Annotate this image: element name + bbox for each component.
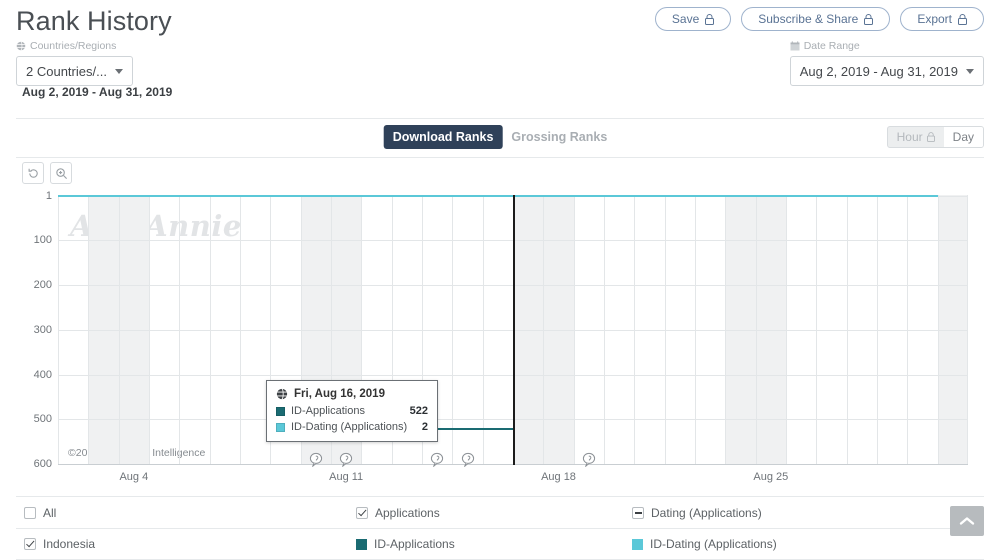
y-axis-tick-label: 200	[33, 279, 52, 292]
x-axis-tick-label: Aug 25	[753, 471, 789, 483]
annotation-marker-icon[interactable]	[430, 452, 444, 473]
countries-filter-label: Countries/Regions	[16, 40, 133, 52]
date-range-value: Aug 2, 2019 - Aug 31, 2019	[799, 63, 958, 79]
annotation-marker-icon[interactable]	[339, 452, 353, 473]
legend-label: All	[43, 505, 57, 520]
legend-series-id-dating-applications[interactable]: ID-Dating (Applications)	[632, 537, 984, 551]
page-header: Rank History Save Subscribe & Share Expo…	[0, 0, 1000, 118]
calendar-icon	[790, 41, 800, 51]
tooltip-series-name: ID-Applications	[291, 405, 365, 417]
tooltip-row: ID-Applications 522	[276, 405, 428, 417]
selected-range-caption: Aug 2, 2019 - Aug 31, 2019	[22, 85, 173, 99]
tooltip-row: ID-Dating (Applications) 2	[276, 421, 428, 433]
granularity-hour-label: Hour	[896, 130, 923, 144]
checkbox-dating-applications[interactable]	[632, 506, 644, 519]
lock-icon	[926, 132, 935, 142]
date-range-filter-label: Date Range	[790, 40, 984, 52]
legend-label: Applications	[375, 505, 440, 520]
rank-type-tabs: Download Ranks Grossing Ranks	[383, 125, 617, 149]
lock-icon	[864, 13, 874, 25]
rank-type-tabbar: Download Ranks Grossing Ranks Hour Day	[0, 119, 1000, 157]
legend-item-dating-applications[interactable]: Dating (Applications)	[632, 506, 984, 520]
legend-label: ID-Dating (Applications)	[650, 537, 777, 551]
chart-legend: All Applications Dating (Applications) I…	[16, 496, 984, 560]
x-axis-tick-label: Aug 18	[541, 471, 576, 483]
tooltip-series-value: 2	[421, 421, 428, 433]
granularity-toggle: Hour Day	[886, 126, 984, 148]
y-axis-tick-label: 1	[45, 190, 52, 202]
y-axis-labels: 1 100 200 300 400 500 600	[0, 190, 52, 470]
series-swatch	[356, 538, 367, 550]
lock-icon	[705, 13, 715, 25]
series-swatch	[632, 538, 643, 550]
reset-zoom-icon[interactable]	[22, 162, 44, 184]
series-swatch	[276, 422, 285, 432]
chart-crosshair	[513, 195, 515, 465]
countries-select-value: 2 Countries/...	[26, 63, 107, 79]
header-actions: Save Subscribe & Share Export	[654, 7, 984, 31]
chart-plot[interactable]: App Annie ©2019 App Annie Intelligence	[58, 195, 968, 467]
countries-filter-text: Countries/Regions	[30, 40, 117, 52]
x-axis-tick-label: Aug 4	[119, 471, 149, 483]
date-range-select[interactable]: Aug 2, 2019 - Aug 31, 2019	[789, 56, 984, 86]
legend-item-indonesia[interactable]: Indonesia	[16, 537, 356, 551]
save-label: Save	[671, 12, 700, 26]
legend-row: All Applications Dating (Applications)	[16, 496, 984, 528]
legend-item-applications[interactable]: Applications	[356, 506, 632, 520]
export-label: Export	[917, 12, 952, 26]
x-axis-tick-label: Aug 11	[329, 471, 364, 483]
tooltip-series-name: ID-Dating (Applications)	[291, 421, 408, 433]
save-button[interactable]: Save	[654, 7, 732, 31]
x-axis-labels: Aug 4 Aug 11 Aug 18 Aug 25	[58, 471, 968, 489]
lock-icon	[958, 13, 967, 25]
date-range-filter-text: Date Range	[803, 40, 860, 52]
countries-select[interactable]: 2 Countries/...	[16, 56, 133, 86]
y-axis-tick-label: 400	[33, 368, 52, 381]
granularity-day[interactable]: Day	[943, 127, 983, 147]
y-axis-tick-label: 100	[33, 234, 52, 247]
y-axis-tick-label: 500	[33, 413, 52, 426]
checkbox-applications[interactable]	[356, 506, 368, 519]
checkbox-all[interactable]	[24, 506, 36, 519]
chart-toolbar	[22, 162, 72, 184]
tab-grossing-ranks[interactable]: Grossing Ranks	[502, 125, 616, 149]
legend-label: Indonesia	[43, 537, 96, 551]
tooltip-series-value: 522	[409, 405, 428, 417]
legend-item-all[interactable]: All	[16, 506, 356, 520]
export-button[interactable]: Export	[900, 7, 984, 31]
tooltip-header: Fri, Aug 16, 2019	[276, 388, 428, 400]
legend-row: Indonesia ID-Applications ID-Dating (App…	[16, 528, 984, 560]
chart-area: 1 100 200 300 400 500 600 App Annie ©2019 App …	[0, 158, 1000, 483]
legend-label: Dating (Applications)	[651, 505, 762, 520]
globe-icon	[16, 41, 26, 51]
subscribe-share-label: Subscribe & Share	[758, 12, 859, 26]
zoom-in-icon[interactable]	[50, 162, 72, 184]
series-line-id-dating-applications	[58, 195, 938, 198]
tooltip-date: Fri, Aug 16, 2019	[294, 388, 385, 400]
checkbox-indonesia[interactable]	[24, 538, 36, 550]
chevron-down-icon	[114, 68, 123, 74]
legend-series-id-applications[interactable]: ID-Applications	[356, 537, 632, 551]
y-axis-tick-label: 600	[33, 458, 52, 470]
tab-download-ranks[interactable]: Download Ranks	[383, 125, 503, 149]
annotation-marker-icon[interactable]	[582, 452, 596, 473]
y-axis-tick-label: 300	[33, 323, 52, 336]
chart-tooltip: Fri, Aug 16, 2019 ID-Applications 522 ID…	[266, 380, 438, 442]
series-swatch	[276, 406, 285, 416]
chevron-up-icon	[959, 517, 975, 525]
countries-filter: Countries/Regions 2 Countries/...	[16, 32, 133, 86]
granularity-hour[interactable]: Hour	[888, 127, 944, 147]
date-range-filter: Date Range Aug 2, 2019 - Aug 31, 2019	[789, 32, 984, 86]
chevron-down-icon	[966, 68, 974, 74]
scroll-to-top-button[interactable]	[950, 506, 984, 536]
subscribe-share-button[interactable]: Subscribe & Share	[741, 7, 891, 31]
annotation-marker-icon[interactable]	[461, 452, 475, 473]
globe-icon	[276, 388, 288, 400]
legend-label: ID-Applications	[374, 537, 455, 551]
annotation-marker-icon[interactable]	[309, 452, 323, 473]
